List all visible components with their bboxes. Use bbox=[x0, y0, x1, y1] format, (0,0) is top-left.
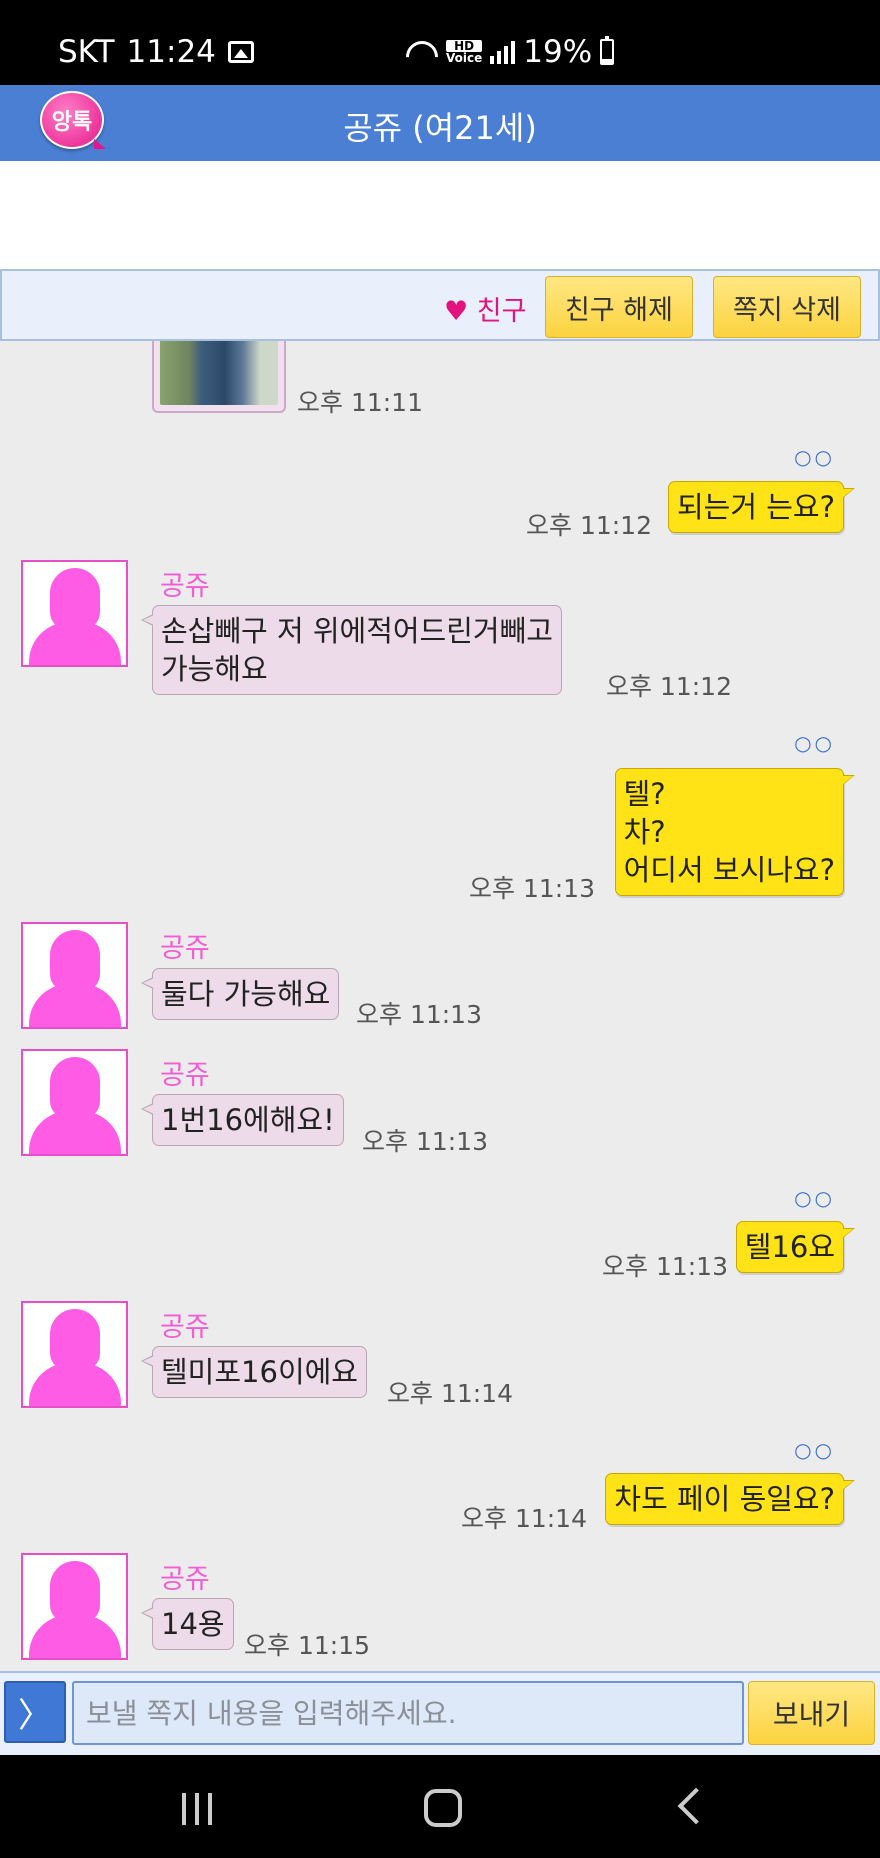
status-bar: SKT 11:24 HD Voice 19% bbox=[0, 0, 880, 85]
sent-message-bubble[interactable]: 차도 페이 동일요? bbox=[605, 1473, 855, 1525]
delete-message-button[interactable]: 쪽지 삭제 bbox=[713, 276, 861, 338]
message-time: 오후 11:14 bbox=[387, 1379, 513, 1408]
message-time: 오후 11:13 bbox=[602, 1252, 728, 1281]
sent-message-bubble[interactable]: 텔16요 bbox=[735, 1221, 856, 1273]
read-indicator: ○○ bbox=[794, 1438, 835, 1462]
message-input[interactable] bbox=[72, 1681, 744, 1745]
sent-message-bubble[interactable]: 텔? 차? 어디서 보시나요? bbox=[614, 768, 856, 896]
wifi-icon bbox=[404, 39, 438, 65]
unfriend-button[interactable]: 친구 해제 bbox=[545, 276, 693, 338]
message-time: 오후 11:11 bbox=[297, 388, 423, 417]
received-message-bubble[interactable]: 1번16에해요! bbox=[141, 1094, 344, 1146]
status-right: HD Voice 19% bbox=[404, 34, 615, 70]
clock: 11:24 bbox=[126, 34, 216, 70]
photo-image bbox=[160, 341, 278, 405]
avatar[interactable] bbox=[21, 922, 128, 1029]
message-time: 오후 11:13 bbox=[356, 1000, 482, 1029]
message-time: 오후 11:14 bbox=[461, 1504, 587, 1533]
avatar[interactable] bbox=[21, 1553, 128, 1660]
read-indicator: ○○ bbox=[794, 731, 835, 755]
received-message-bubble[interactable]: 텔미포16이에요 bbox=[141, 1346, 367, 1398]
hd-voice-icon: HD Voice bbox=[446, 40, 483, 65]
read-indicator: ○○ bbox=[794, 1186, 835, 1210]
message-time: 오후 11:13 bbox=[469, 874, 595, 903]
battery-icon bbox=[600, 36, 615, 65]
message-time: 오후 11:15 bbox=[244, 1631, 370, 1660]
message-time: 오후 11:12 bbox=[606, 672, 732, 701]
status-left: SKT 11:24 bbox=[58, 34, 254, 70]
friend-status-label: ♥ 친구 bbox=[444, 296, 527, 327]
profile-area bbox=[0, 161, 880, 269]
sender-name: 공쥬 bbox=[160, 571, 210, 602]
expand-options-button[interactable]: 〉 bbox=[4, 1681, 66, 1743]
read-indicator: ○○ bbox=[794, 445, 835, 469]
system-nav-bar bbox=[0, 1755, 880, 1858]
received-message-bubble[interactable]: 14용 bbox=[141, 1598, 234, 1650]
send-button[interactable]: 보내기 bbox=[748, 1681, 875, 1745]
home-icon[interactable] bbox=[424, 1789, 462, 1827]
received-message-bubble[interactable]: 둘다 가능해요 bbox=[140, 968, 340, 1020]
back-icon[interactable] bbox=[677, 1787, 715, 1825]
carrier-label: SKT bbox=[58, 34, 115, 70]
sender-name: 공쥬 bbox=[160, 1564, 210, 1595]
received-message-bubble[interactable]: 손삽빼구 저 위에적어드린거빼고 가능해요 bbox=[141, 605, 562, 695]
sender-name: 공쥬 bbox=[160, 1312, 210, 1343]
avatar[interactable] bbox=[21, 1049, 128, 1156]
voice-label: Voice bbox=[446, 51, 483, 65]
recents-icon[interactable] bbox=[182, 1793, 212, 1825]
sender-name: 공쥬 bbox=[160, 933, 210, 964]
sent-message-bubble[interactable]: 되는거 는요? bbox=[667, 481, 856, 533]
avatar[interactable] bbox=[21, 1301, 128, 1408]
message-time: 오후 11:13 bbox=[362, 1127, 488, 1156]
battery-percent: 19% bbox=[523, 34, 593, 70]
message-compose-bar: 〉 보내기 bbox=[0, 1671, 880, 1755]
app-header: 앙톡 공쥬 (여21세) bbox=[0, 85, 880, 161]
chat-thread[interactable]: 오후 11:11 ○○ 되는거 는요? 오후 11:12 공쥬 손삽빼구 저 위… bbox=[0, 341, 880, 1671]
sender-name: 공쥬 bbox=[160, 1060, 210, 1091]
message-time: 오후 11:12 bbox=[526, 511, 652, 540]
avatar[interactable] bbox=[21, 560, 128, 667]
conversation-toolbar: ♥ 친구 친구 해제 쪽지 삭제 bbox=[0, 269, 880, 341]
page-title: 공쥬 (여21세) bbox=[343, 109, 537, 147]
signal-icon bbox=[490, 40, 516, 64]
image-icon bbox=[227, 41, 254, 63]
photo-message-thumbnail[interactable] bbox=[152, 341, 286, 413]
